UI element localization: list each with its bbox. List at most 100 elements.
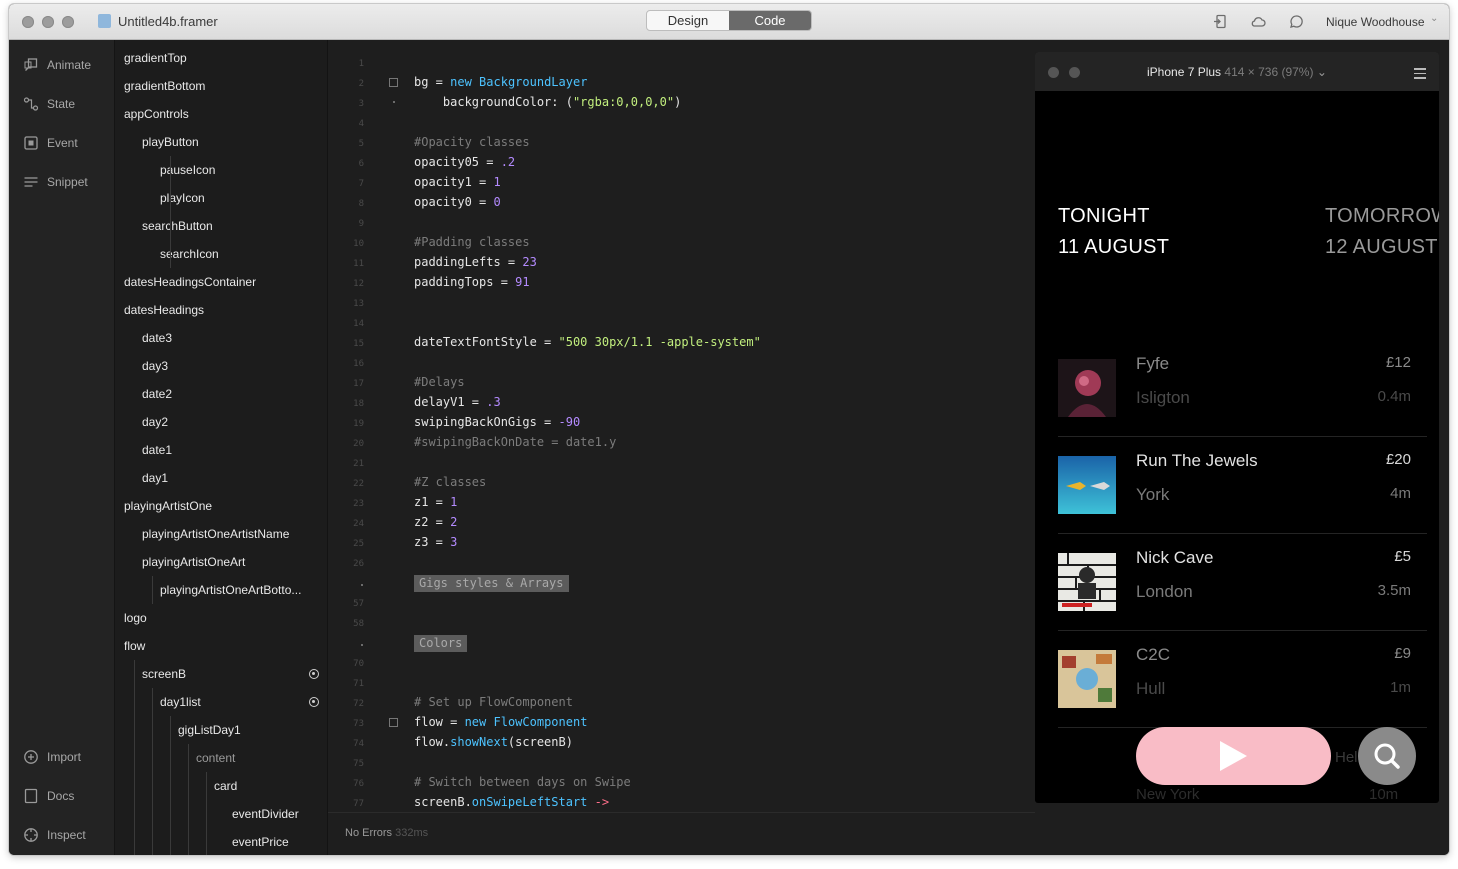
play-button[interactable] (1136, 727, 1331, 785)
line-number: 77 (353, 799, 364, 809)
inspect-icon (23, 827, 39, 843)
layer-item[interactable]: eventDivider (232, 800, 299, 828)
code-line[interactable]: #swipingBackOnDate = date1.y (414, 435, 616, 449)
collapse-icon[interactable] (389, 718, 398, 727)
gig-card[interactable]: C2C Hull £9 1m (1058, 631, 1427, 728)
animate-icon (23, 57, 39, 73)
code-line[interactable]: opacity05 = .2 (414, 155, 515, 169)
ticket-price: £20 (1385, 451, 1411, 468)
chat-icon[interactable] (1289, 14, 1304, 29)
layer-item[interactable]: day1 (142, 464, 168, 492)
line-number: 18 (353, 399, 364, 409)
code-line[interactable]: #Opacity classes (414, 135, 530, 149)
layer-item[interactable]: playButton (142, 128, 199, 156)
menu-icon[interactable] (1414, 68, 1426, 82)
layer-item[interactable]: card (214, 772, 237, 800)
album-art (1058, 553, 1116, 611)
line-number: 72 (353, 699, 364, 709)
code-line[interactable]: opacity0 = 0 (414, 195, 501, 209)
line-number: 9 (358, 219, 364, 229)
close-window-button[interactable] (22, 16, 34, 28)
mirror-icon[interactable] (1213, 14, 1228, 29)
layer-item[interactable]: searchIcon (160, 240, 219, 268)
ticket-price: £9 (1394, 645, 1411, 662)
user-name[interactable]: Nique Woodhouse (1326, 15, 1425, 29)
code-line[interactable]: dateTextFontStyle = "500 30px/1.1 -apple… (414, 335, 761, 349)
device-selector[interactable]: iPhone 7 Plus 414 × 736 (97%) ⌄ (1147, 65, 1327, 79)
code-line[interactable]: paddingLefts = 23 (414, 255, 537, 269)
code-line[interactable]: bg = new BackgroundLayer (414, 75, 587, 89)
layer-item[interactable]: datesHeadings (124, 296, 204, 324)
layer-item[interactable]: playingArtistOne (124, 492, 212, 520)
layer-item[interactable]: gigListDay1 (178, 716, 241, 744)
search-button[interactable] (1358, 727, 1416, 785)
layer-item[interactable]: searchButton (142, 212, 213, 240)
search-icon (1374, 743, 1400, 769)
folded-region[interactable]: Gigs styles & Arrays (414, 575, 569, 592)
layer-item[interactable]: date2 (142, 380, 172, 408)
line-number: 21 (353, 459, 364, 469)
device-preview[interactable]: iPhone 7 Plus 414 × 736 (97%) ⌄ TONIGHT … (1035, 52, 1439, 803)
layer-item[interactable]: playingArtistOneArtBotto... (160, 576, 301, 604)
layer-item[interactable]: screenB (142, 660, 186, 688)
code-line[interactable]: screenB.onSwipeLeftStart -> (414, 795, 609, 809)
layer-item[interactable]: content (196, 744, 235, 772)
code-line[interactable]: swipingBackOnGigs = -90 (414, 415, 580, 429)
layer-item[interactable]: playingArtistOneArtistName (142, 520, 289, 548)
gig-card[interactable]: Nick Cave London £5 3.5m (1058, 534, 1427, 631)
target-icon[interactable] (309, 669, 319, 679)
code-line[interactable]: opacity1 = 1 (414, 175, 501, 189)
zoom-window-button[interactable] (62, 16, 74, 28)
device-dot[interactable] (1048, 67, 1059, 78)
code-line[interactable]: z3 = 3 (414, 535, 457, 549)
device-dot[interactable] (1069, 67, 1080, 78)
layer-item[interactable]: playingArtistOneArt (142, 548, 245, 576)
layer-item[interactable]: day2 (142, 408, 168, 436)
tool-label: Docs (47, 789, 75, 803)
tab-code[interactable]: Code (729, 11, 811, 30)
code-line[interactable]: delayV1 = .3 (414, 395, 501, 409)
code-line[interactable]: # Switch between days on Swipe (414, 775, 631, 789)
line-number: 4 (358, 119, 364, 129)
venue-city: London (1136, 582, 1193, 601)
layer-item[interactable]: gradientBottom (124, 72, 205, 100)
layer-item[interactable]: logo (124, 604, 147, 632)
layer-item[interactable]: datesHeadingsContainer (124, 268, 256, 296)
folded-region[interactable]: Colors (414, 635, 468, 652)
code-editor[interactable]: 1 2 bg = new BackgroundLayer 3 backgroundCo… (328, 40, 1035, 812)
layer-item[interactable]: date1 (142, 436, 172, 464)
layer-item[interactable]: eventPrice (232, 828, 289, 855)
tab-design[interactable]: Design (647, 11, 729, 30)
layer-item[interactable]: day3 (142, 352, 168, 380)
collapse-icon[interactable] (389, 78, 398, 87)
code-line[interactable]: z1 = 1 (414, 495, 457, 509)
gig-card[interactable]: Run The Jewels York £20 4m (1058, 437, 1427, 534)
target-icon[interactable] (309, 697, 319, 707)
code-line[interactable]: # Set up FlowComponent (414, 695, 573, 709)
layer-item[interactable]: playIcon (160, 184, 205, 212)
layer-item[interactable]: day1list (160, 688, 201, 716)
line-number: 1 (358, 59, 364, 69)
gig-card[interactable]: Fyfe Isligton £12 0.4m (1058, 340, 1427, 437)
code-line[interactable]: #Padding classes (414, 235, 530, 249)
code-line[interactable]: flow = new FlowComponent (414, 715, 587, 729)
code-line[interactable]: paddingTops = 91 (414, 275, 530, 289)
cloud-icon[interactable] (1250, 14, 1266, 29)
fold-marker[interactable] (361, 584, 363, 586)
code-line[interactable]: #Z classes (414, 475, 486, 489)
code-line[interactable]: #Delays (414, 375, 465, 389)
code-line[interactable]: flow.showNext(screenB) (414, 735, 573, 749)
app-window: Untitled4b.framer Design Code Nique Wood… (9, 4, 1449, 855)
code-line[interactable]: backgroundColor: ("rgba:0,0,0,0") (414, 95, 681, 109)
fold-marker[interactable] (361, 644, 363, 646)
layer-item[interactable]: flow (124, 632, 145, 660)
minimize-window-button[interactable] (42, 16, 54, 28)
layer-item[interactable]: pauseIcon (160, 156, 215, 184)
chevron-down-icon[interactable]: ⌄ (1430, 13, 1438, 24)
code-line[interactable]: z2 = 2 (414, 515, 457, 529)
layer-item[interactable]: date3 (142, 324, 172, 352)
line-number: 17 (353, 379, 364, 389)
layer-item[interactable]: appControls (124, 100, 189, 128)
line-number: 3 (358, 99, 364, 109)
layer-item[interactable]: gradientTop (124, 44, 187, 72)
